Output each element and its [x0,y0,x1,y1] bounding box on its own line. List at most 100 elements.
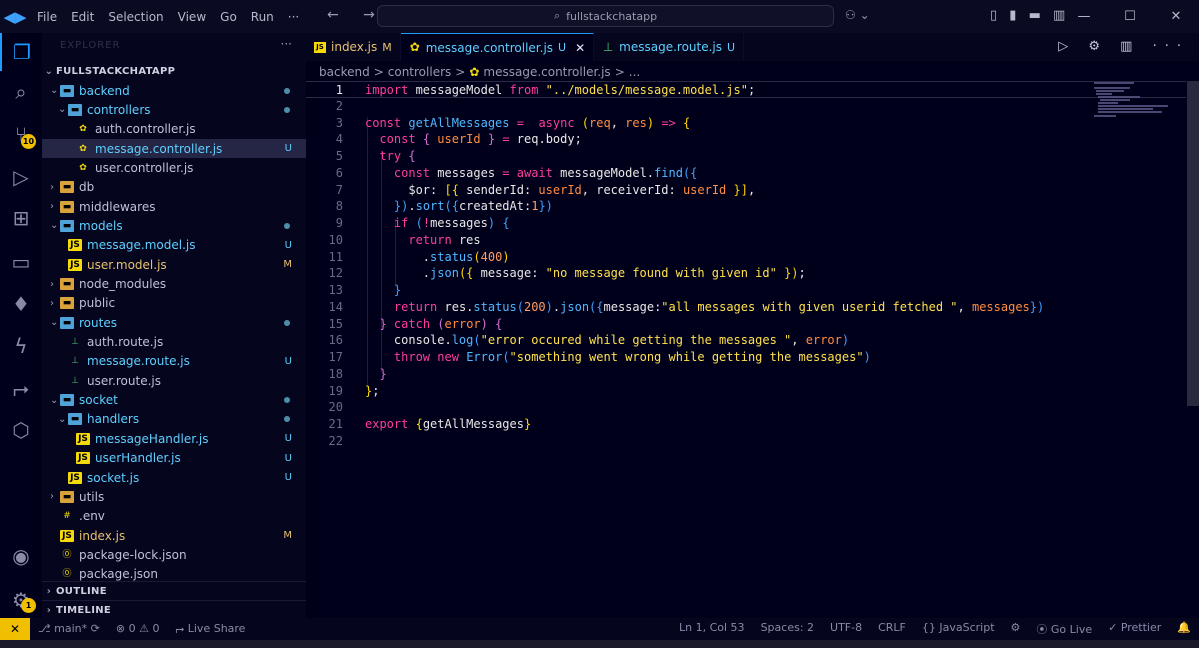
more-actions-icon[interactable]: ··· [281,37,292,51]
status-live-share[interactable]: ⮣ Live Share [167,622,253,636]
tree-item-auth-controller-js[interactable]: ✿ auth.controller.js [42,120,306,139]
status-indentation[interactable]: Spaces: 2 [753,621,822,637]
code-line[interactable]: 20 [306,399,1186,416]
outline-section[interactable]: › OUTLINE [42,581,306,600]
timeline-section[interactable]: › TIMELINE [42,600,306,619]
tab-message-controller-js[interactable]: ✿ message.controller.js U ✕ [400,33,595,61]
code-line[interactable]: 2 [306,98,1186,115]
code-line[interactable]: 7 $or: [{ senderId: userId, receiverId: … [306,182,1186,199]
code-line[interactable]: 19}; [306,383,1186,400]
code-line[interactable]: 5 try { [306,148,1186,165]
layout-controls[interactable]: ▯ ▮ ▬ ▥ [990,8,1069,23]
tab-message-route-js[interactable]: ⊥ message.route.js U [594,33,745,61]
code-line[interactable]: 22 [306,433,1186,450]
menu-item-go[interactable]: Go [213,10,244,24]
code-line[interactable]: 4 const { userId } = req.body; [306,131,1186,148]
live-share-icon[interactable]: ⮣ [0,369,42,407]
status-eol[interactable]: CRLF [870,621,914,637]
extensions-icon[interactable]: ⊞ [0,199,42,237]
breadcrumb-item[interactable]: message.controller.js [483,65,610,79]
files-icon[interactable]: ❐ [0,33,42,71]
source-control-icon[interactable]: ⑂ [0,115,42,153]
code-line[interactable]: 3 const getAllMessages = async (req, res)… [306,115,1186,132]
status-copilot[interactable]: ⚙ [1003,621,1029,637]
copilot-icon[interactable]: ⚇ ⌄ [845,8,870,22]
tree-item-utils[interactable]: › ▬ utils [42,487,306,506]
tree-item-handlers[interactable]: ⌄ ▬ handlers [42,410,306,429]
status-prettier[interactable]: ✓ Prettier [1100,621,1169,637]
code-line[interactable]: 16 console.log("error occured while gett… [306,332,1186,349]
code-editor[interactable]: 1 import messageModel from "../models/mes… [306,81,1186,618]
run-debug-icon[interactable]: ▷ [0,158,42,196]
tree-item-message-model-js[interactable]: JS message.model.js U [42,236,306,255]
code-line[interactable]: 21 export {getAllMessages} [306,416,1186,433]
code-line[interactable]: 12 .json({ message: "no message found wi… [306,265,1186,282]
code-line[interactable]: 8 }).sort({createdAt:1}) [306,198,1186,215]
status-language[interactable]: {} JavaScript [914,621,1003,637]
status-notifications[interactable]: 🔔 [1169,621,1199,637]
menu-item-edit[interactable]: Edit [64,10,101,24]
tree-item-controllers[interactable]: ⌄ ▬ controllers [42,100,306,119]
tree-item-db[interactable]: › ▬ db [42,178,306,197]
tree-item-middlewares[interactable]: › ▬ middlewares [42,197,306,216]
tree-item-models[interactable]: ⌄ ▬ models [42,216,306,235]
tree-item-socket-js[interactable]: JS socket.js U [42,468,306,487]
status-go-live[interactable]: ⦿ Go Live [1028,621,1100,637]
close-icon[interactable]: ✕ [575,41,585,55]
vertical-scrollbar[interactable] [1187,81,1199,406]
settings-icon[interactable]: ⚙ [0,581,42,619]
menu-item-view[interactable]: View [171,10,213,24]
packages-icon[interactable]: ⬡ [0,411,42,449]
tree-item-message-controller-js[interactable]: ✿ message.controller.js U [42,139,306,159]
code-line[interactable]: 1 import messageModel from "../models/mes… [306,81,1186,98]
tree-item-public[interactable]: › ▬ public [42,294,306,313]
code-line[interactable]: 11 .status(400) [306,249,1186,266]
tree-item-package-lock-json[interactable]: ⓪ package-lock.json [42,545,306,564]
status-encoding[interactable]: UTF-8 [822,621,870,637]
minimize-button[interactable]: — [1061,0,1107,33]
maximize-button[interactable]: ☐ [1107,0,1153,33]
tree-item-user-controller-js[interactable]: ✿ user.controller.js [42,158,306,177]
tree-item-backend[interactable]: ⌄ ▬ backend [42,81,306,100]
menu-item-more[interactable]: ··· [281,10,306,24]
command-center-search[interactable]: ⌕ fullstackchatapp [377,5,834,27]
tree-item-node-modules[interactable]: › ▬ node_modules [42,275,306,294]
code-line[interactable]: 14 return res.status(200).json({message:… [306,299,1186,316]
breadcrumb-item[interactable]: ... [629,65,640,79]
tree-item-index-js[interactable]: JS index.js M [42,526,306,545]
code-line[interactable]: 10 return res [306,232,1186,249]
tree-item-messagehandler-js[interactable]: JS messageHandler.js U [42,429,306,448]
code-line[interactable]: 17 throw new Error("something went wrong… [306,349,1186,366]
tree-item-user-route-js[interactable]: ⊥ user.route.js [42,371,306,390]
menu-item-run[interactable]: Run [244,10,281,24]
tree-item-userhandler-js[interactable]: JS userHandler.js U [42,449,306,468]
tab-index-js[interactable]: JS index.js M [306,33,401,61]
workspace-root[interactable]: ⌄ FULLSTACKCHATAPP [42,62,306,81]
editor-actions[interactable]: ▷ ⚙ ▥ ··· [1058,39,1189,54]
code-line[interactable]: 15 } catch (error) { [306,316,1186,333]
code-line[interactable]: 18 } [306,366,1186,383]
remote-indicator-icon[interactable]: ✕ [0,618,30,640]
close-button[interactable]: ✕ [1153,0,1199,33]
mongodb-icon[interactable]: ♦ [0,285,42,323]
code-line[interactable]: 9 if (!messages) { [306,215,1186,232]
account-icon[interactable]: ◉ [0,537,42,575]
status-problems[interactable]: ⊗ 0 ⚠ 0 [108,622,168,636]
search-icon[interactable]: ⌕ [0,73,42,111]
minimap[interactable] [1092,81,1177,121]
tree-item-auth-route-js[interactable]: ⊥ auth.route.js [42,333,306,352]
tree-item-message-route-js[interactable]: ⊥ message.route.js U [42,352,306,371]
menu-item-selection[interactable]: Selection [101,10,170,24]
tree-item-socket[interactable]: ⌄ ▬ socket [42,391,306,410]
status-cursor-position[interactable]: Ln 1, Col 53 [671,621,753,637]
status-branch[interactable]: ⎇ main* ⟳ [30,622,108,636]
breadcrumb-item[interactable]: controllers [388,65,452,79]
menu-item-file[interactable]: File [30,10,64,24]
tree-item-env[interactable]: # .env [42,507,306,526]
remote-explorer-icon[interactable]: ▭ [0,243,42,281]
code-line[interactable]: 13 } [306,282,1186,299]
tree-item-routes[interactable]: ⌄ ▬ routes [42,313,306,332]
code-line[interactable]: 6 const messages = await messageModel.fi… [306,165,1186,182]
thunder-client-icon[interactable]: ϟ [0,327,42,365]
breadcrumb-item[interactable]: backend [319,65,370,79]
